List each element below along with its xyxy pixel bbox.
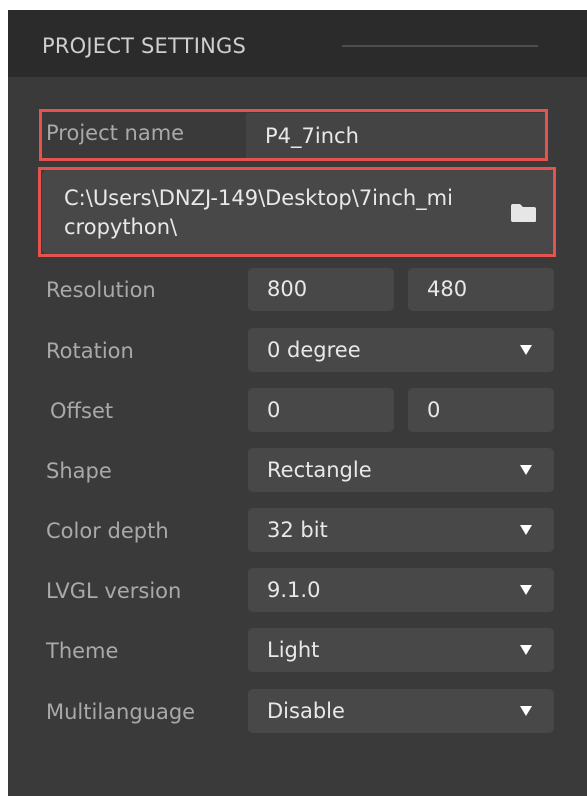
dropdown-arrow-icon bbox=[520, 585, 532, 595]
offset-label: Offset bbox=[50, 399, 114, 423]
resolution-label: Resolution bbox=[46, 278, 156, 302]
multilanguage-label: Multilanguage bbox=[46, 700, 196, 724]
project-path-highlight bbox=[38, 167, 556, 257]
multilanguage-value: Disable bbox=[267, 699, 345, 723]
dropdown-arrow-icon bbox=[520, 706, 532, 716]
lvgl-version-label: LVGL version bbox=[46, 579, 182, 603]
rotation-value: 0 degree bbox=[267, 338, 361, 362]
offset-y-input[interactable]: 0 bbox=[408, 388, 554, 432]
lvgl-version-select[interactable]: 9.1.0 bbox=[248, 568, 554, 612]
rotation-label: Rotation bbox=[46, 339, 134, 363]
color-depth-label: Color depth bbox=[46, 519, 169, 543]
theme-label: Theme bbox=[46, 639, 119, 663]
theme-select[interactable]: Light bbox=[248, 628, 554, 672]
resolution-height-input[interactable]: 480 bbox=[408, 268, 554, 311]
dropdown-arrow-icon bbox=[520, 345, 532, 355]
offset-x-input[interactable]: 0 bbox=[248, 388, 394, 432]
theme-value: Light bbox=[267, 638, 320, 662]
color-depth-select[interactable]: 32 bit bbox=[248, 508, 554, 552]
shape-select[interactable]: Rectangle bbox=[248, 448, 554, 492]
multilanguage-select[interactable]: Disable bbox=[248, 689, 554, 733]
color-depth-value: 32 bit bbox=[267, 518, 328, 542]
lvgl-version-value: 9.1.0 bbox=[267, 578, 321, 602]
offset-y-value: 0 bbox=[427, 398, 441, 422]
project-name-highlight bbox=[39, 109, 548, 161]
panel-header: PROJECT SETTINGS bbox=[8, 10, 587, 77]
resolution-width-value: 800 bbox=[267, 277, 308, 301]
panel-title: PROJECT SETTINGS bbox=[42, 34, 247, 58]
dropdown-arrow-icon bbox=[520, 525, 532, 535]
offset-x-value: 0 bbox=[267, 398, 281, 422]
resolution-width-input[interactable]: 800 bbox=[248, 268, 394, 311]
dropdown-arrow-icon bbox=[520, 465, 532, 475]
dropdown-arrow-icon bbox=[520, 645, 532, 655]
header-divider bbox=[342, 45, 538, 47]
resolution-height-value: 480 bbox=[427, 277, 468, 301]
shape-value: Rectangle bbox=[267, 458, 372, 482]
shape-label: Shape bbox=[46, 459, 112, 483]
rotation-select[interactable]: 0 degree bbox=[248, 328, 554, 372]
